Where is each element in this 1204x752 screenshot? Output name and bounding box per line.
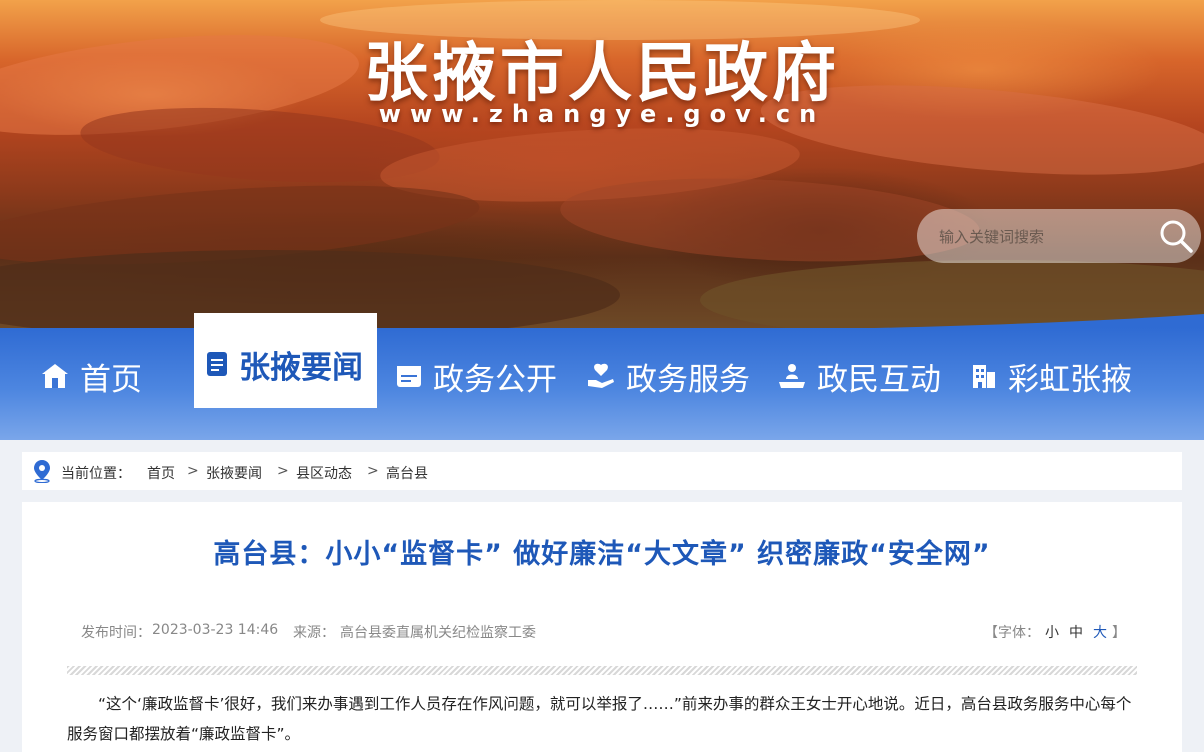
nav-item-zhangye-news[interactable]: 张掖要闻	[205, 340, 363, 388]
nav-item-label: 政民互动	[817, 361, 941, 398]
building-icon	[973, 365, 995, 388]
nav-item-public-interaction[interactable]: 政民互动	[777, 352, 941, 400]
nav-item-label: 彩虹张掖	[1008, 361, 1132, 398]
breadcrumb-separator: >	[277, 463, 289, 479]
nav-item-label: 政务公开	[433, 361, 557, 398]
service-hand-icon	[588, 363, 614, 388]
location-pin-icon	[34, 460, 50, 483]
font-size-small-button[interactable]: 小	[1045, 625, 1059, 641]
font-size-open-bracket: 【字体：	[984, 625, 1040, 641]
breadcrumb-news-link[interactable]: 张掖要闻	[206, 463, 262, 483]
article-divider	[67, 666, 1137, 675]
article-title: 高台县：小小“监督卡” 做好廉洁“大文章” 织密廉政“安全网”	[213, 539, 991, 570]
font-size-close-bracket: 】	[1112, 625, 1126, 641]
nav-item-label: 首页	[80, 361, 142, 398]
breadcrumb-separator: >	[187, 463, 199, 479]
nav-item-home[interactable]: 首页	[40, 352, 142, 400]
breadcrumb-separator: >	[367, 463, 379, 479]
font-size-large-button[interactable]: 大	[1093, 625, 1107, 641]
nav-item-rainbow-zhangye[interactable]: 彩虹张掖	[970, 352, 1132, 400]
breadcrumb-home-link[interactable]: 首页	[147, 463, 175, 483]
interaction-icon	[779, 364, 805, 388]
article-paragraph: “这个‘廉政监督卡’很好，我们来办事遇到工作人员存在作风问题，就可以举报了……”…	[67, 695, 1132, 743]
search-icon[interactable]	[1156, 216, 1196, 256]
nav-item-government-services[interactable]: 政务服务	[586, 352, 750, 400]
home-icon	[42, 364, 68, 388]
publish-time: 2023-03-23 14:46	[152, 622, 279, 638]
nav-item-label: 张掖要闻	[239, 349, 363, 386]
site-url: www.zhangye.gov.cn	[378, 100, 826, 128]
publish-time-label: 发布时间：	[81, 625, 151, 641]
source-label: 来源：	[293, 625, 335, 641]
search-input[interactable]	[937, 223, 1141, 251]
nav-item-label: 政务服务	[626, 361, 750, 398]
source-value: 高台县委直属机关纪检监察工委	[340, 625, 536, 641]
breadcrumb-county-news-link[interactable]: 县区动态	[296, 463, 352, 483]
open-government-icon	[397, 366, 421, 387]
news-icon	[207, 352, 227, 376]
breadcrumb-label: 当前位置：	[61, 466, 131, 482]
nav-item-government-affairs-open[interactable]: 政务公开	[395, 352, 557, 400]
font-size-medium-button[interactable]: 中	[1069, 625, 1083, 641]
breadcrumb-gaotai-link[interactable]: 高台县	[386, 463, 428, 483]
font-size-control: 【字体： 小中大】	[984, 622, 1126, 642]
